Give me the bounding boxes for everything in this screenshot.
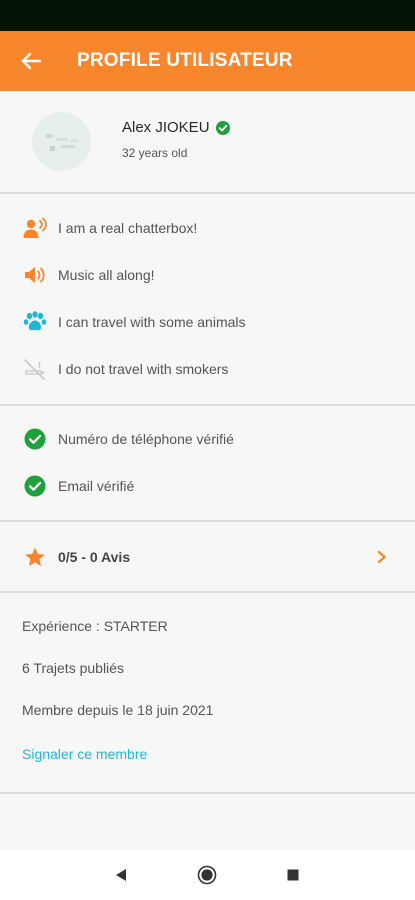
paw-icon bbox=[22, 309, 48, 335]
name-row: Alex JIOKEU bbox=[122, 119, 230, 136]
preference-chatter: I am a real chatterbox! bbox=[0, 208, 415, 248]
star-icon bbox=[22, 544, 48, 570]
check-circle-icon bbox=[22, 426, 48, 452]
verification-label: Email vérifié bbox=[58, 478, 135, 494]
system-nav-bar bbox=[0, 850, 415, 900]
divider bbox=[0, 404, 415, 406]
arrow-left-icon bbox=[21, 52, 41, 70]
verified-check-icon bbox=[215, 120, 230, 135]
divider bbox=[0, 192, 415, 194]
check-circle-icon bbox=[22, 473, 48, 499]
status-bar bbox=[0, 0, 415, 31]
divider bbox=[0, 520, 415, 522]
nav-recents-icon[interactable] bbox=[282, 864, 304, 886]
preference-label: Music all along! bbox=[58, 267, 155, 283]
member-since: Membre depuis le 18 juin 2021 bbox=[22, 702, 214, 718]
verification-email: Email vérifié bbox=[0, 466, 415, 506]
back-button[interactable] bbox=[1, 31, 61, 91]
app-bar: PROFILE UTILISATEUR bbox=[0, 31, 415, 91]
rating-label: 0/5 - 0 Avis bbox=[58, 549, 131, 565]
music-icon bbox=[22, 262, 48, 288]
report-member-link[interactable]: Signaler ce membre bbox=[22, 746, 147, 762]
profile-header: Alex JIOKEU 32 years old bbox=[0, 91, 415, 192]
preference-animals: I can travel with some animals bbox=[0, 302, 415, 342]
trips-published: 6 Trajets publiés bbox=[22, 660, 124, 676]
user-name: Alex JIOKEU bbox=[122, 119, 210, 136]
avatar[interactable] bbox=[32, 112, 91, 171]
user-age: 32 years old bbox=[122, 146, 188, 160]
preference-label: I am a real chatterbox! bbox=[58, 220, 198, 236]
chatter-icon bbox=[22, 215, 48, 241]
divider bbox=[0, 591, 415, 593]
preference-music: Music all along! bbox=[0, 255, 415, 295]
page-title: PROFILE UTILISATEUR bbox=[77, 50, 293, 71]
preference-label: I can travel with some animals bbox=[58, 314, 246, 330]
nav-back-icon[interactable] bbox=[110, 864, 132, 886]
chevron-right-icon bbox=[372, 547, 392, 567]
reviews-row[interactable]: 0/5 - 0 Avis bbox=[0, 537, 415, 577]
preference-smokers: I do not travel with smokers bbox=[0, 349, 415, 389]
verification-phone: Numéro de téléphone vérifié bbox=[0, 419, 415, 459]
experience-level: Expérience : STARTER bbox=[22, 618, 168, 634]
verification-label: Numéro de téléphone vérifié bbox=[58, 431, 234, 447]
avatar-image bbox=[32, 112, 91, 171]
divider bbox=[0, 792, 415, 794]
no-smoking-icon bbox=[22, 356, 48, 382]
preference-label: I do not travel with smokers bbox=[58, 361, 229, 377]
nav-home-icon[interactable] bbox=[196, 864, 218, 886]
